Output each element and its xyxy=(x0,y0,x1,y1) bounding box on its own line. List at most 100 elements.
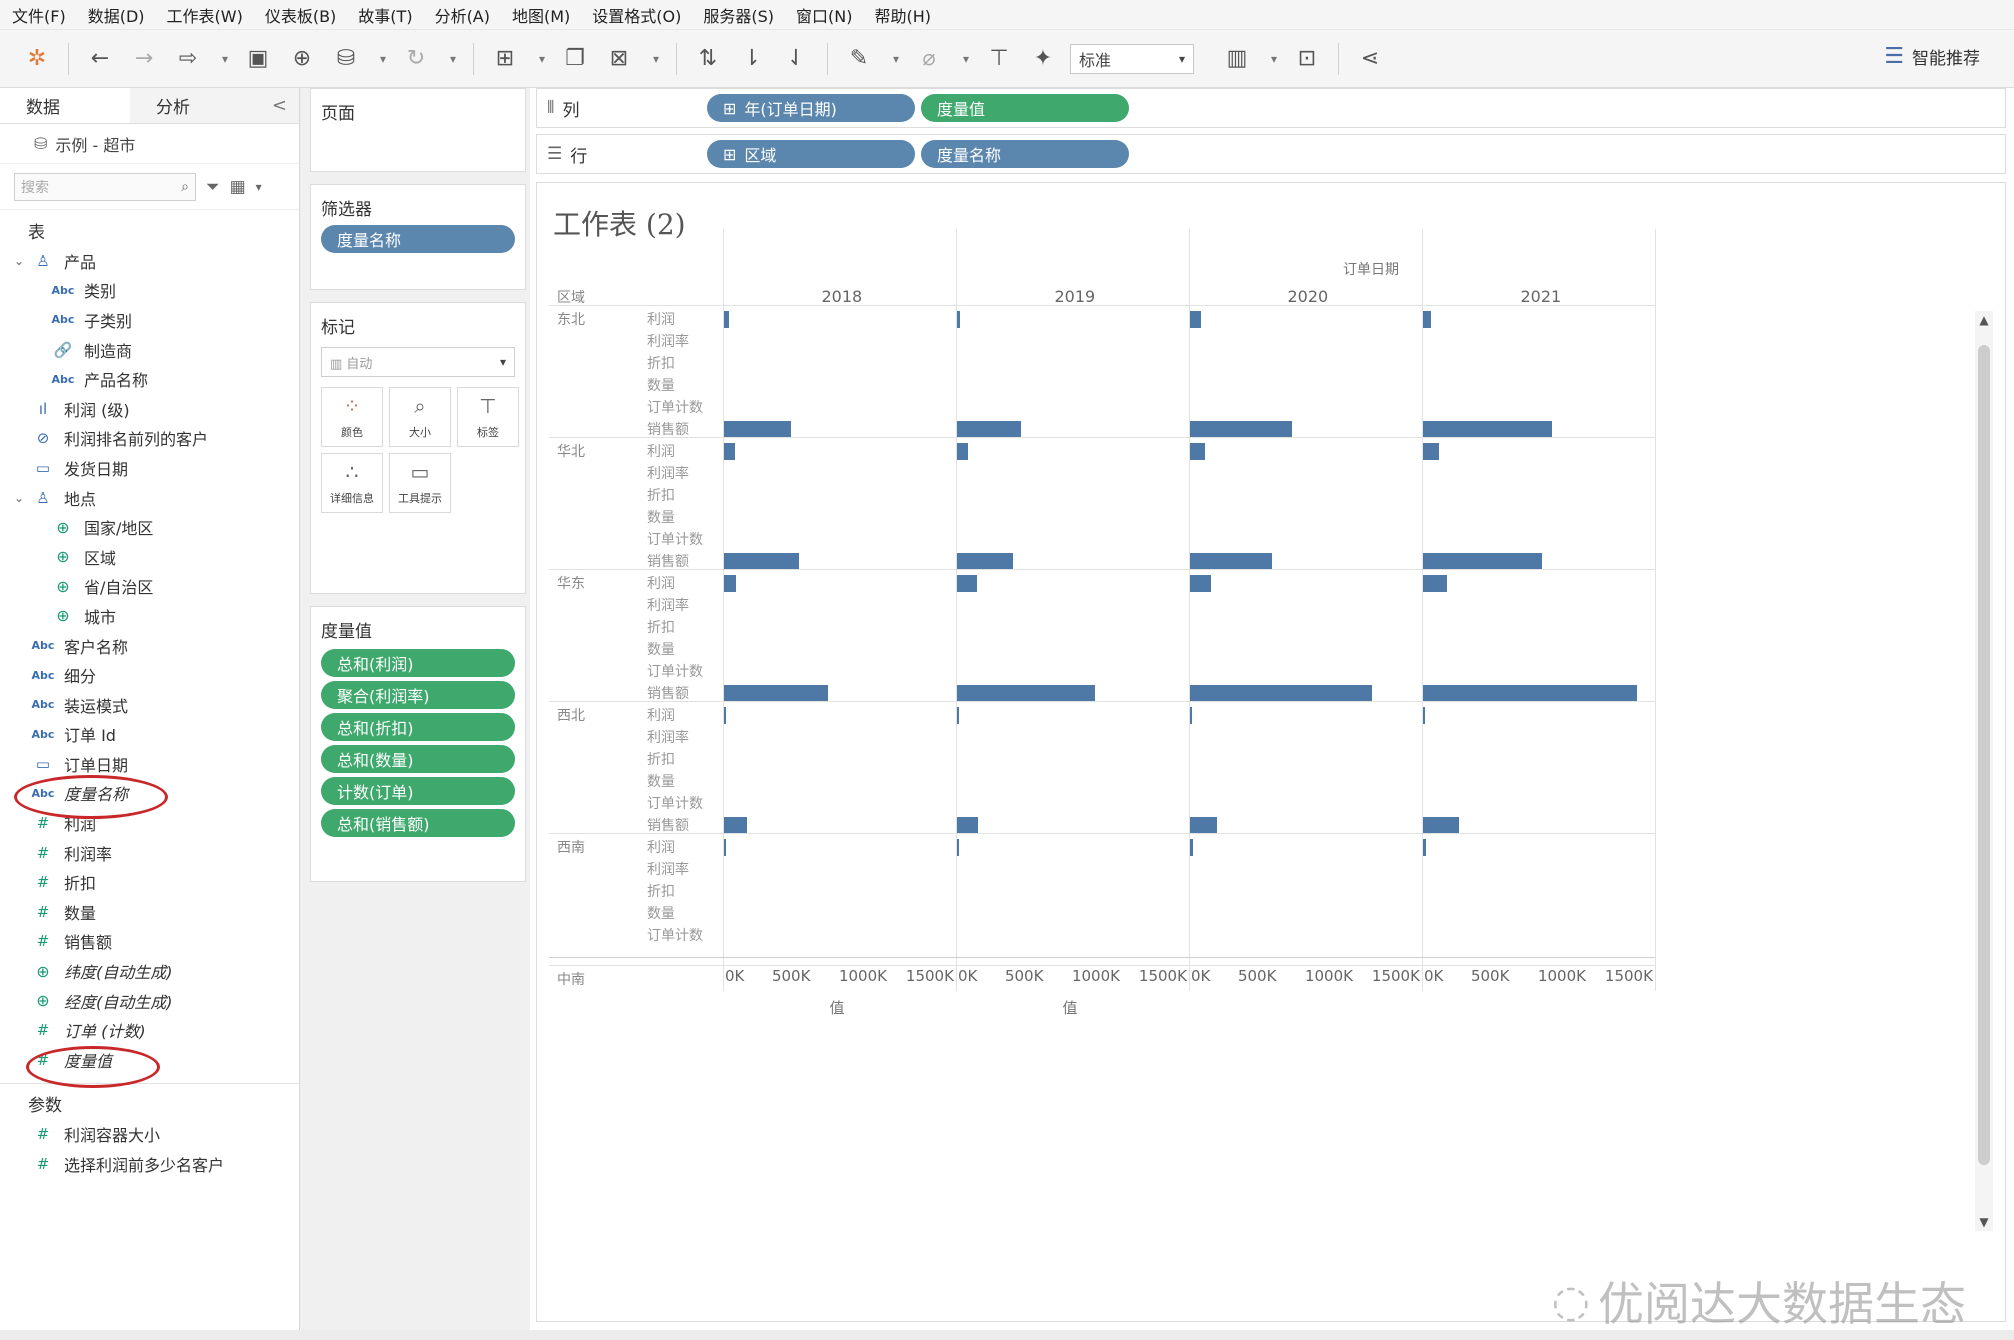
menu-item[interactable]: 分析(A) xyxy=(435,3,490,27)
bar-mark[interactable] xyxy=(1190,443,1205,460)
rows-shelf[interactable]: ☰ 行 ⊞ 区域 度量名称 xyxy=(536,134,2006,174)
bar-mark[interactable] xyxy=(957,707,959,724)
rows-pill-region[interactable]: ⊞ 区域 xyxy=(707,140,915,168)
highlight-icon[interactable]: ✎ xyxy=(842,42,876,76)
bar-mark[interactable] xyxy=(957,685,1095,702)
field-item[interactable]: ▭ 发货日期 xyxy=(0,453,299,483)
menu-item[interactable]: 工作表(W) xyxy=(167,3,243,27)
field-item[interactable]: # 数量 xyxy=(0,897,299,927)
bar-mark[interactable] xyxy=(724,311,730,328)
new-datasource-icon[interactable]: ⊕ xyxy=(285,42,319,76)
field-item[interactable]: ⊕ 经度(自动生成) xyxy=(0,986,299,1016)
field-item[interactable]: # 利润率 xyxy=(0,838,299,868)
scroll-up-icon[interactable]: ▲ xyxy=(1975,313,1993,327)
menu-item[interactable]: 服务器(S) xyxy=(703,3,774,27)
field-item[interactable]: # 销售额 xyxy=(0,927,299,957)
menu-item[interactable]: 地图(M) xyxy=(512,3,570,27)
field-item[interactable]: Abc 订单 Id xyxy=(0,720,299,750)
tableau-logo-icon[interactable]: ✲ xyxy=(20,42,54,76)
worksheet[interactable]: 工作表 (2) 订单日期 区域 ▲ ▼ 2018 2019 2020 2021 东北 利润… xyxy=(536,182,2006,1322)
bar-mark[interactable] xyxy=(957,553,1014,570)
detail-button[interactable]: ∴ 详细信息 xyxy=(321,453,383,513)
measure-value-pill[interactable]: 聚合(利润率) xyxy=(321,681,515,709)
field-item[interactable]: ⊕ 纬度(自动生成) xyxy=(0,956,299,986)
vertical-scrollbar[interactable]: ▲ ▼ xyxy=(1975,311,1993,1231)
redo-icon[interactable]: ⇨ xyxy=(171,42,205,76)
field-item[interactable]: Abc 装运模式 xyxy=(0,690,299,720)
smart-recommend-button[interactable]: ☰ 智能推荐 xyxy=(1884,44,1980,69)
field-item[interactable]: Abc 客户名称 xyxy=(0,631,299,661)
parameter-item[interactable]: # 利润容器大小 xyxy=(0,1120,299,1150)
chevron-down-icon[interactable]: ▾ xyxy=(373,42,393,76)
menu-item[interactable]: 帮助(H) xyxy=(875,3,932,27)
parameter-item[interactable]: # 选择利润前多少名客户 xyxy=(0,1149,299,1179)
bar-mark[interactable] xyxy=(1190,421,1292,438)
field-item[interactable]: ⊕ 省/自治区 xyxy=(0,572,299,602)
menu-item[interactable]: 数据(D) xyxy=(88,3,145,27)
field-item[interactable]: Abc 子类别 xyxy=(0,305,299,335)
color-button[interactable]: ⁘ 颜色 xyxy=(321,387,383,447)
field-item[interactable]: ıl 利润 (级) xyxy=(0,394,299,424)
menu-item[interactable]: 设置格式(O) xyxy=(592,3,681,27)
bar-mark[interactable] xyxy=(1190,311,1201,328)
chevron-down-icon[interactable]: ⌄ xyxy=(14,491,30,505)
bar-mark[interactable] xyxy=(1190,839,1194,856)
scroll-thumb[interactable] xyxy=(1978,345,1990,1165)
search-input[interactable]: 搜索 ⌕ xyxy=(14,172,196,201)
duplicate-icon[interactable]: ❐ xyxy=(558,42,592,76)
menu-item[interactable]: 故事(T) xyxy=(358,3,412,27)
new-worksheet-icon[interactable]: ⊞ xyxy=(488,42,522,76)
bar-mark[interactable] xyxy=(1190,685,1373,702)
clear-sheet-icon[interactable]: ⊠ xyxy=(602,42,636,76)
bar-mark[interactable] xyxy=(1423,707,1425,724)
bar-mark[interactable] xyxy=(1190,553,1272,570)
menu-item[interactable]: 文件(F) xyxy=(12,3,66,27)
fit-select[interactable]: 标准 ▾ xyxy=(1070,43,1194,74)
bar-mark[interactable] xyxy=(1423,443,1440,460)
bar-mark[interactable] xyxy=(1423,839,1426,856)
chevron-down-icon[interactable]: ▾ xyxy=(886,42,906,76)
chevron-down-icon[interactable]: ⌄ xyxy=(14,254,30,268)
datasource-item[interactable]: ⛁ 示例 - 超市 xyxy=(0,124,299,164)
bar-mark[interactable] xyxy=(1423,817,1460,834)
bar-mark[interactable] xyxy=(1190,707,1192,724)
measure-value-pill[interactable]: 总和(利润) xyxy=(321,649,515,677)
chevron-down-icon[interactable]: ▾ xyxy=(215,42,235,76)
group-icon[interactable]: ⌀ xyxy=(912,42,946,76)
field-item[interactable]: # 订单 (计数) xyxy=(0,1015,299,1045)
size-button[interactable]: ⌕ 大小 xyxy=(389,387,451,447)
columns-pill-year[interactable]: ⊞ 年(订单日期) xyxy=(707,94,915,122)
measure-value-pill[interactable]: 总和(销售额) xyxy=(321,809,515,837)
field-item[interactable]: Abc 产品名称 xyxy=(0,364,299,394)
measure-value-pill[interactable]: 总和(折扣) xyxy=(321,713,515,741)
field-item[interactable]: ⊕ 国家/地区 xyxy=(0,512,299,542)
save-icon[interactable]: ▣ xyxy=(241,42,275,76)
field-item[interactable]: ⊘ 利润排名前列的客户 xyxy=(0,424,299,454)
bar-mark[interactable] xyxy=(724,707,726,724)
menu-item[interactable]: 仪表板(B) xyxy=(265,3,336,27)
menu-item[interactable]: 窗口(N) xyxy=(796,3,852,27)
field-item[interactable]: ⌄ ♙ 产品 xyxy=(0,246,299,276)
bar-mark[interactable] xyxy=(957,817,979,834)
bar-mark[interactable] xyxy=(724,839,726,856)
bar-mark[interactable] xyxy=(724,553,799,570)
chevron-down-icon[interactable]: ▾ xyxy=(532,42,552,76)
bar-mark[interactable] xyxy=(957,443,968,460)
chart-type-icon[interactable]: ▥ xyxy=(1220,42,1254,76)
share-icon[interactable]: ⋖ xyxy=(1353,42,1387,76)
bar-mark[interactable] xyxy=(724,421,791,438)
back-icon[interactable]: ← xyxy=(83,42,117,76)
forward-icon[interactable]: → xyxy=(127,42,161,76)
tooltip-button[interactable]: ▭ 工具提示 xyxy=(389,453,451,513)
bar-mark[interactable] xyxy=(1423,553,1543,570)
field-item[interactable]: Abc 细分 xyxy=(0,660,299,690)
chevron-down-icon[interactable]: ▾ xyxy=(256,180,262,194)
chevron-down-icon[interactable]: ▾ xyxy=(956,42,976,76)
presentation-icon[interactable]: ⊡ xyxy=(1290,42,1324,76)
sort-desc-icon[interactable]: ⇃ xyxy=(779,42,813,76)
filters-card[interactable]: 筛选器 度量名称 xyxy=(310,184,526,290)
mark-type-select[interactable]: ▥ 自动 ▾ xyxy=(321,347,515,377)
bar-mark[interactable] xyxy=(1190,817,1217,834)
field-item[interactable]: Abc 类别 xyxy=(0,276,299,306)
field-item[interactable]: ⊕ 区域 xyxy=(0,542,299,572)
